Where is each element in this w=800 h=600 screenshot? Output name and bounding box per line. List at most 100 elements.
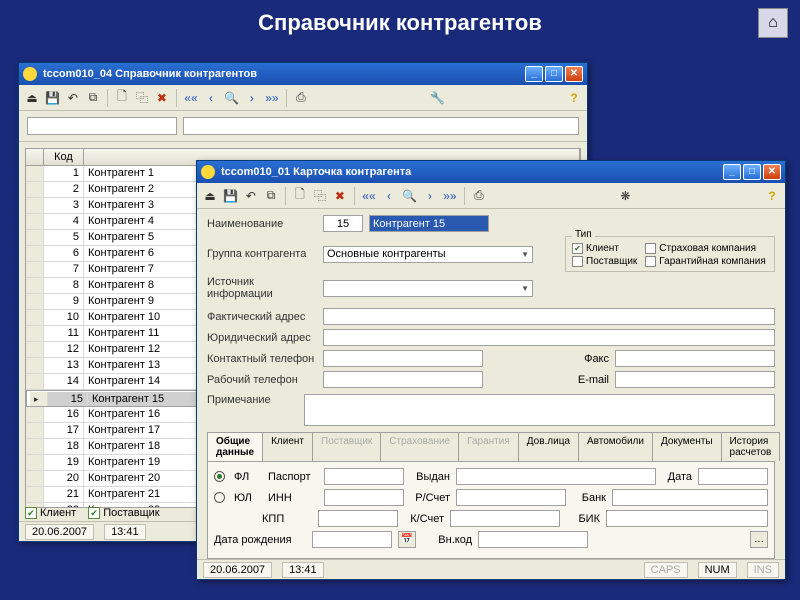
undo-icon[interactable]: ↶ [64,89,82,107]
search-name-input[interactable] [183,117,579,135]
minimize-button[interactable]: _ [525,66,543,82]
passport-input[interactable] [324,468,404,485]
label-fax: Факс [569,353,609,365]
exit-icon[interactable]: ⏏ [201,187,219,205]
chk-insurance[interactable]: Страховая компания [645,243,766,254]
tabs: Общие данные Клиент Поставщик Страховани… [207,432,775,462]
titlebar-card[interactable]: tccom010_01 Карточка контрагента _ □ ✕ [197,161,785,183]
help-icon[interactable]: ? [763,187,781,205]
print-icon[interactable]: ⎙ [292,89,310,107]
prev-icon[interactable]: ‹ [380,187,398,205]
tab-cars[interactable]: Автомобили [578,432,653,461]
save-icon[interactable]: 💾 [43,89,62,107]
maximize-button[interactable]: □ [743,164,761,180]
more-button[interactable]: … [750,531,768,548]
label-phone-work: Рабочий телефон [207,374,317,386]
status-date: 20.06.2007 [25,524,94,540]
toolbar-card: ⏏ 💾 ↶ ⧉ 🗋 ⿻ ✖ «« ‹ 🔍 › »» ⎙ ❋ ? [197,183,785,209]
next-icon[interactable]: › [243,89,261,107]
delete-icon[interactable]: ✖ [153,89,171,107]
maximize-button[interactable]: □ [545,66,563,82]
label-rs: Р/Счет [410,492,450,504]
note-input[interactable] [304,394,775,426]
undo-icon[interactable]: ↶ [242,187,260,205]
tab-insurance[interactable]: Страхование [380,432,459,461]
ks-input[interactable] [450,510,560,527]
search-code-input[interactable] [27,117,177,135]
first-icon[interactable]: «« [360,187,378,205]
duplicate-icon[interactable]: ⿻ [133,89,151,107]
print-icon[interactable]: ⎙ [470,187,488,205]
label-note: Примечание [207,394,298,406]
save-icon[interactable]: 💾 [221,187,240,205]
source-select[interactable]: ▼ [323,280,533,297]
home-icon[interactable]: ⌂ [758,8,788,38]
chk-client[interactable]: ✔Клиент [572,243,637,254]
status-time: 13:41 [282,562,324,578]
tab-docs[interactable]: Документы [652,432,722,461]
kpp-input[interactable] [318,510,398,527]
tab-client[interactable]: Клиент [262,432,313,461]
tab-general[interactable]: Общие данные [207,432,263,461]
tab-history[interactable]: История расчетов [721,432,781,461]
label-bik: БИК [566,513,600,525]
addr-legal-input[interactable] [323,329,775,346]
next-icon[interactable]: › [421,187,439,205]
bik-input[interactable] [606,510,768,527]
copy-icon[interactable]: ⧉ [262,187,280,205]
chk-supplier[interactable]: Поставщик [572,256,637,267]
last-icon[interactable]: »» [441,187,459,205]
label-inn: ИНН [268,492,318,504]
issued-input[interactable] [456,468,656,485]
filter-client-checkbox[interactable]: ✔Клиент [25,507,76,519]
label-vncode: Вн.код [422,534,472,546]
first-icon[interactable]: «« [182,89,200,107]
fax-input[interactable] [615,350,775,367]
extra-icon[interactable]: ❋ [616,187,634,205]
email-input[interactable] [615,371,775,388]
tab-supplier[interactable]: Поставщик [312,432,381,461]
col-code[interactable]: Код [44,149,84,165]
chk-warranty[interactable]: Гарантийная компания [645,256,766,267]
bank-input[interactable] [612,489,768,506]
addr-fact-input[interactable] [323,308,775,325]
vncode-input[interactable] [478,531,588,548]
new-icon[interactable]: 🗋 [113,89,131,107]
copy-icon[interactable]: ⧉ [84,89,102,107]
find-icon[interactable]: 🔍 [222,89,241,107]
close-button[interactable]: ✕ [763,164,781,180]
phone-contact-input[interactable] [323,350,483,367]
tab-warranty[interactable]: Гарантия [458,432,519,461]
rs-input[interactable] [456,489,566,506]
radio-ul[interactable] [214,492,225,503]
status-ins: INS [747,562,779,578]
label-group: Группа контрагента [207,248,317,260]
help-icon[interactable]: ? [565,89,583,107]
name-input[interactable] [369,215,489,232]
group-select[interactable]: Основные контрагенты▼ [323,246,533,263]
new-icon[interactable]: 🗋 [291,187,309,205]
phone-work-input[interactable] [323,371,483,388]
code-input[interactable] [323,215,363,232]
titlebar-list[interactable]: tccom010_04 Справочник контрагентов _ □ … [19,63,587,85]
tab-trusted[interactable]: Дов.лица [518,432,579,461]
date-input[interactable] [698,468,768,485]
minimize-button[interactable]: _ [723,164,741,180]
find-icon[interactable]: 🔍 [400,187,419,205]
dob-picker-button[interactable]: 📅 [398,531,416,548]
label-ul: ЮЛ [234,492,262,504]
tool-icon[interactable]: 🔧 [428,89,447,107]
exit-icon[interactable]: ⏏ [23,89,41,107]
dob-input[interactable] [312,531,392,548]
search-row [19,111,587,142]
last-icon[interactable]: »» [263,89,281,107]
inn-input[interactable] [324,489,404,506]
radio-fl[interactable] [214,471,225,482]
prev-icon[interactable]: ‹ [202,89,220,107]
delete-icon[interactable]: ✖ [331,187,349,205]
duplicate-icon[interactable]: ⿻ [311,187,329,205]
filter-supplier-checkbox[interactable]: ✔Поставщик [88,507,159,519]
close-button[interactable]: ✕ [565,66,583,82]
label-email: E-mail [569,374,609,386]
app-icon [201,165,215,179]
